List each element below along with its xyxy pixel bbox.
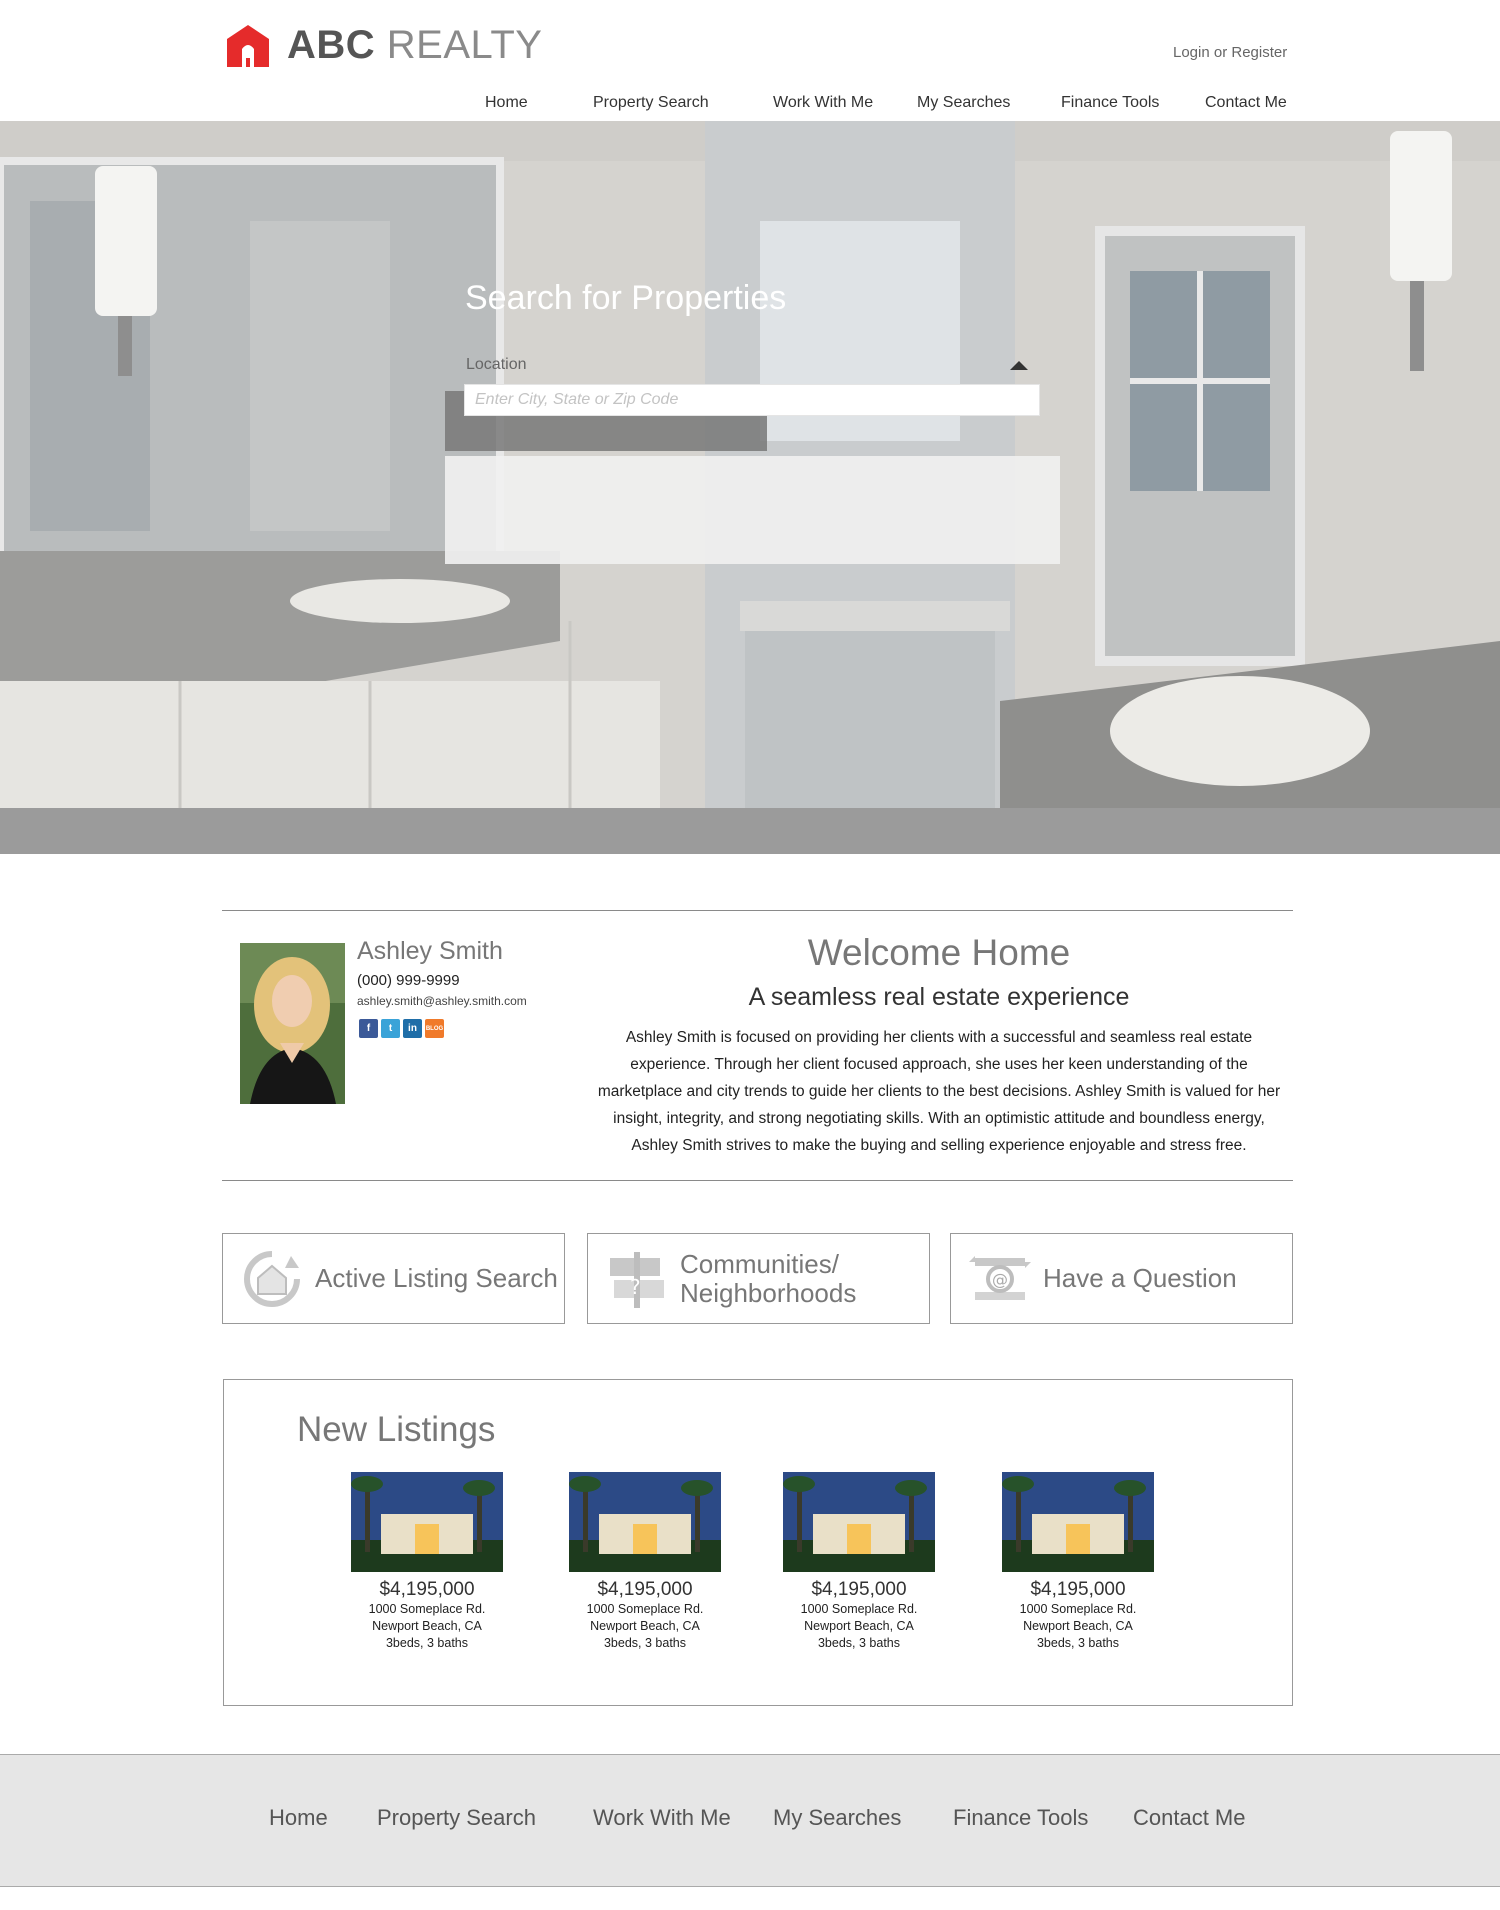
house-search-icon [244, 1250, 300, 1307]
hero-bottom-strip [0, 808, 1500, 854]
social-links: f t in BLOG [359, 1019, 444, 1038]
listing-address: 1000 Someplace Rd. [586, 1602, 704, 1616]
top-nav: Home Property Search Work With Me My Sea… [0, 94, 1500, 118]
new-listings-title: New Listings [297, 1410, 496, 1449]
listing-price: $4,195,000 [1030, 1579, 1126, 1600]
nav-home[interactable]: Home [485, 94, 528, 112]
listing-card[interactable]: $4,195,000 1000 Someplace Rd. Newport Be… [783, 1472, 935, 1652]
listing-photo[interactable] [569, 1472, 721, 1572]
listing-photo[interactable] [783, 1472, 935, 1572]
nav-finance-tools[interactable]: Finance Tools [1061, 94, 1159, 112]
have-a-question-button[interactable]: @ Have a Question [950, 1233, 1293, 1324]
site-footer [0, 1754, 1500, 1887]
brand-logo[interactable]: ABC REALTY [225, 22, 542, 68]
listing-price: $4,195,000 [597, 1579, 693, 1600]
footer-nav-home[interactable]: Home [269, 1805, 328, 1831]
facebook-icon[interactable]: f [359, 1019, 378, 1038]
listing-card[interactable]: $4,195,000 1000 Someplace Rd. Newport Be… [1002, 1472, 1154, 1652]
svg-text:?: ? [630, 1275, 641, 1299]
listing-photo[interactable] [351, 1472, 503, 1572]
listing-city: Newport Beach, CA [372, 1619, 482, 1633]
communities-neighborhoods-button[interactable]: ? Communities/ Neighborhoods [587, 1233, 930, 1324]
twitter-icon[interactable]: t [381, 1019, 400, 1038]
footer-nav-work-with-me[interactable]: Work With Me [593, 1805, 731, 1831]
site-header: ABC REALTY Login or Register Home Proper… [0, 0, 1500, 121]
listing-card[interactable]: $4,195,000 1000 Someplace Rd. Newport Be… [569, 1472, 721, 1652]
search-title: Search for Properties [465, 279, 787, 317]
brand-name-realty: REALTY [386, 23, 543, 67]
footer-nav-my-searches[interactable]: My Searches [773, 1805, 901, 1831]
listing-card[interactable]: $4,195,000 1000 Someplace Rd. Newport Be… [351, 1472, 503, 1652]
agent-photo [240, 943, 345, 1104]
linkedin-icon[interactable]: in [403, 1019, 422, 1038]
login-register-link[interactable]: Login or Register [1173, 44, 1287, 61]
listing-details: 3beds, 3 baths [1036, 1636, 1119, 1650]
agent-name: Ashley Smith [357, 937, 503, 965]
welcome-title: Welcome Home [807, 932, 1071, 973]
listing-address: 1000 Someplace Rd. [800, 1602, 918, 1616]
brand-name-abc: ABC [287, 23, 376, 67]
blog-icon[interactable]: BLOG [425, 1019, 444, 1038]
agent-email[interactable]: ashley.smith@ashley.smith.com [357, 994, 527, 1008]
listing-price: $4,195,000 [811, 1579, 907, 1600]
collapse-arrow-icon[interactable] [1001, 355, 1035, 377]
email-at-icon: @ [969, 1255, 1031, 1300]
hero-banner [0, 121, 1500, 808]
listing-price: $4,195,000 [379, 1579, 475, 1600]
quick-link-label: Communities/ Neighborhoods [680, 1248, 857, 1308]
search-panel [445, 456, 1060, 564]
active-listing-search-button[interactable]: Active Listing Search [222, 1233, 565, 1324]
listing-details: 3beds, 3 baths [817, 1636, 900, 1650]
agent-phone[interactable]: (000) 999-9999 [357, 972, 460, 989]
listing-city: Newport Beach, CA [590, 1619, 700, 1633]
welcome-subtitle: A seamless real estate experience [748, 983, 1130, 1011]
footer-nav-contact-me[interactable]: Contact Me [1133, 1805, 1246, 1831]
listing-city: Newport Beach, CA [804, 1619, 914, 1633]
footer-nav-property-search[interactable]: Property Search [377, 1805, 536, 1831]
listing-details: 3beds, 3 baths [603, 1636, 686, 1650]
nav-contact-me[interactable]: Contact Me [1205, 94, 1287, 112]
listing-details: 3beds, 3 baths [385, 1636, 468, 1650]
divider-bottom [222, 1180, 1293, 1181]
listing-address: 1000 Someplace Rd. [368, 1602, 486, 1616]
location-label: Location [466, 356, 527, 373]
house-logo-icon [227, 25, 269, 67]
quick-link-label: Active Listing Search [315, 1263, 558, 1293]
welcome-body: Ashley Smith is focused on providing her… [597, 1029, 1281, 1154]
nav-work-with-me[interactable]: Work With Me [773, 94, 873, 112]
svg-text:@: @ [992, 1270, 1008, 1289]
community-signpost-icon: ? [610, 1251, 664, 1308]
listing-address: 1000 Someplace Rd. [1019, 1602, 1137, 1616]
divider-top [222, 910, 1293, 911]
footer-nav-finance-tools[interactable]: Finance Tools [953, 1805, 1088, 1831]
listing-photo[interactable] [1002, 1472, 1154, 1572]
brand-name: ABC REALTY [287, 22, 542, 68]
location-search-input[interactable] [464, 384, 1040, 416]
nav-property-search[interactable]: Property Search [593, 94, 709, 112]
nav-my-searches[interactable]: My Searches [917, 94, 1010, 112]
quick-link-label: Have a Question [1043, 1263, 1237, 1293]
listing-city: Newport Beach, CA [1023, 1619, 1133, 1633]
